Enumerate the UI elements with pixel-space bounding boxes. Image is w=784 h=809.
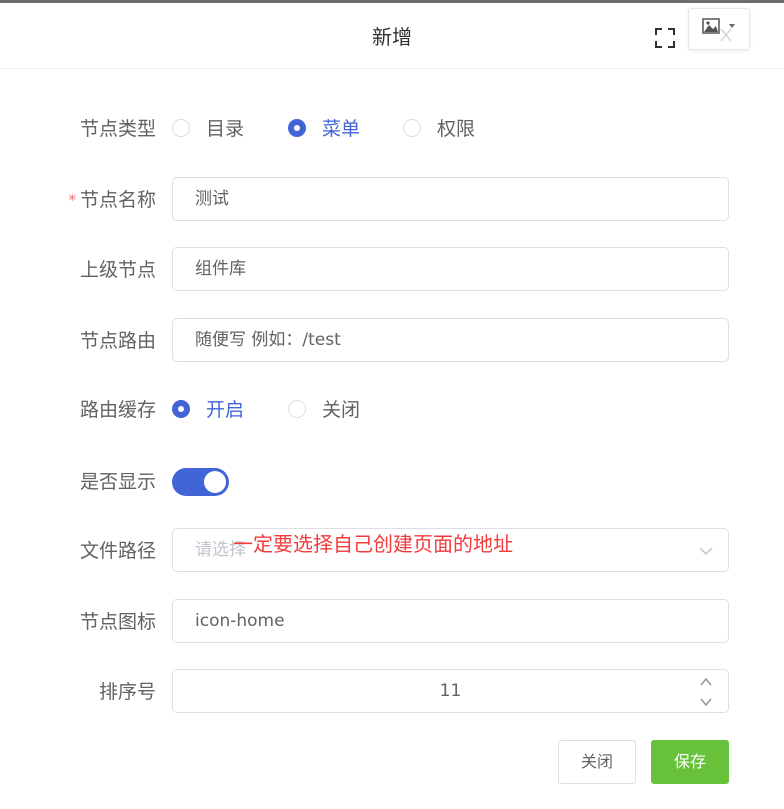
form-item-parent-node: 上级节点 组件库	[0, 247, 784, 293]
form-item-node-type: 节点类型 目录 菜单 权限	[0, 106, 784, 152]
radio-label: 目录	[206, 118, 245, 140]
close-icon	[720, 28, 732, 42]
chevron-down-icon	[699, 547, 713, 556]
radio-circle-checked	[172, 400, 190, 418]
node-name-label: * 节点名称	[68, 177, 156, 223]
node-icon-value: icon-home	[195, 611, 285, 631]
annotation-note: 一定要选择自己创建页面的地址	[233, 532, 513, 556]
fullscreen-icon[interactable]	[654, 27, 676, 49]
parent-node-input[interactable]: 组件库	[172, 247, 729, 291]
node-name-input[interactable]: 测试	[172, 177, 729, 221]
radio-circle-checked	[288, 119, 306, 137]
node-route-value: 随便写 例如：/test	[195, 330, 341, 350]
save-button[interactable]: 保存	[651, 740, 729, 784]
radio-label: 关闭	[322, 399, 361, 421]
show-label: 是否显示	[79, 471, 156, 493]
parent-node-label: 上级节点	[79, 259, 156, 281]
form-item-node-name: * 节点名称 测试	[0, 177, 784, 223]
close-button[interactable]: 关闭	[558, 740, 636, 784]
sort-number-input[interactable]: 11	[172, 669, 729, 713]
image-tool-button[interactable]	[688, 8, 750, 50]
node-icon-label: 节点图标	[79, 611, 156, 633]
show-switch[interactable]	[172, 468, 229, 496]
node-route-input[interactable]: 随便写 例如：/test	[172, 318, 729, 362]
dialog-header: 新增	[0, 3, 784, 69]
form-item-route-cache: 路由缓存 开启 关闭	[0, 387, 784, 433]
radio-label: 菜单	[322, 118, 361, 140]
node-name-value: 测试	[195, 189, 229, 209]
form-item-show: 是否显示	[0, 459, 784, 505]
radio-label: 权限	[437, 118, 476, 140]
switch-knob	[204, 471, 226, 493]
chevron-down-icon[interactable]	[698, 695, 714, 709]
node-name-label-text: 节点名称	[79, 189, 156, 211]
sort-label: 排序号	[98, 681, 156, 703]
sort-value: 11	[439, 681, 462, 701]
radio-circle	[172, 119, 190, 137]
image-icon	[702, 18, 720, 34]
radio-circle	[288, 400, 306, 418]
form-item-node-icon: 节点图标 icon-home	[0, 599, 784, 645]
route-cache-label: 路由缓存	[79, 399, 156, 421]
node-route-label: 节点路由	[79, 330, 156, 352]
caret-down-icon	[729, 24, 735, 28]
file-path-label: 文件路径	[79, 540, 156, 562]
node-icon-input[interactable]: icon-home	[172, 599, 729, 643]
chevron-up-icon[interactable]	[698, 675, 714, 689]
required-mark: *	[68, 191, 76, 209]
parent-node-value: 组件库	[195, 259, 246, 279]
form-item-sort: 排序号 11	[0, 669, 784, 715]
radio-circle	[403, 119, 421, 137]
form-item-node-route: 节点路由 随便写 例如：/test	[0, 318, 784, 364]
dialog: 新增 节点类型 目录 菜单 权限 * 节点名称 测试 上级节点 组件库 节点路由…	[0, 0, 784, 809]
node-type-label: 节点类型	[79, 118, 156, 140]
radio-label: 开启	[206, 399, 245, 421]
